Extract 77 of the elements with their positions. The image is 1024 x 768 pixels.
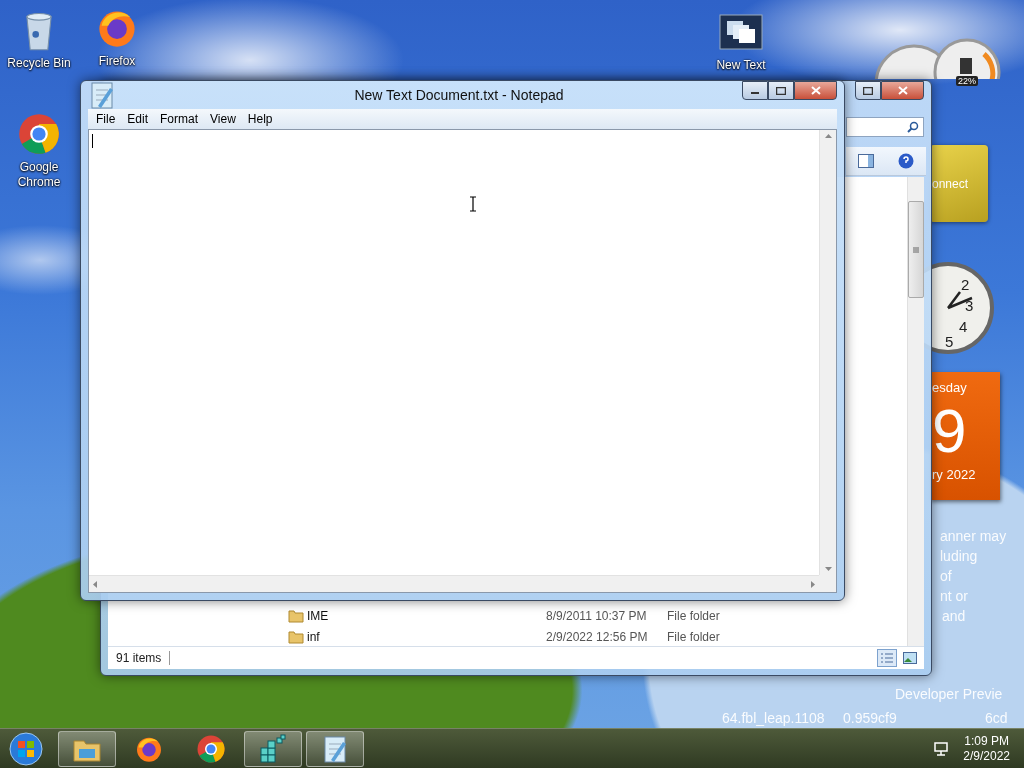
- build-watermark-text: Developer Previe: [895, 686, 1003, 702]
- start-button[interactable]: [6, 730, 46, 767]
- help-icon[interactable]: [898, 153, 914, 169]
- maximize-button[interactable]: [855, 81, 881, 100]
- file-name[interactable]: inf: [304, 629, 543, 644]
- file-type: File folder: [666, 608, 721, 623]
- desktop-icon-label[interactable]: Recycle Bin: [7, 56, 71, 71]
- maximize-icon: [863, 86, 873, 95]
- clock-numeral: 5: [945, 333, 954, 350]
- taskbar-button[interactable]: [244, 730, 302, 767]
- vertical-scrollbar[interactable]: [819, 130, 836, 575]
- notepad-icon: [321, 733, 349, 764]
- meter-reading: 22%: [956, 76, 978, 86]
- file-date: 2/9/2022 12:56 PM: [545, 629, 649, 644]
- clock-date: 2/9/2022: [963, 748, 1010, 764]
- calendar-month: ry 2022: [932, 467, 976, 482]
- minimize-button[interactable]: [742, 81, 768, 100]
- tiles-view-button[interactable]: [900, 649, 920, 667]
- build-watermark-text: 64.fbl_leap.1108: [722, 710, 825, 726]
- feed-gadget-text: onnect: [931, 176, 969, 191]
- folder-icon: [288, 608, 304, 623]
- vertical-scrollbar[interactable]: [907, 177, 924, 647]
- picture-icon: [903, 652, 917, 664]
- desktop-icon-label[interactable]: Google Chrome: [14, 160, 64, 190]
- maximize-button[interactable]: [768, 81, 794, 100]
- taskbar-button[interactable]: [306, 730, 364, 767]
- chrome-icon: [17, 112, 61, 156]
- build-watermark-text: 0.959cf9: [843, 710, 897, 726]
- menu-item[interactable]: Help: [241, 110, 279, 128]
- file-date: 8/9/2011 10:37 PM: [545, 608, 648, 623]
- desktop-icon-label[interactable]: New Text: [716, 58, 766, 73]
- item-count: 91 items: [116, 651, 171, 665]
- cubes-icon: [258, 733, 288, 764]
- clock-time: 1:09 PM: [964, 733, 1009, 749]
- file-name[interactable]: IME: [304, 608, 543, 623]
- close-icon: [897, 86, 908, 95]
- scroll-left-icon: [93, 580, 97, 588]
- grip-icon: [913, 246, 919, 253]
- wallpaper-text: luding: [940, 548, 978, 564]
- text-caret: [92, 134, 93, 148]
- wallpaper-text: and: [942, 608, 966, 624]
- clock-numeral: 2: [961, 276, 970, 293]
- i-beam-cursor-icon: [469, 196, 477, 212]
- wallpaper-text: anner may: [940, 528, 1007, 544]
- clock-numeral: 4: [959, 318, 968, 335]
- close-icon: [810, 86, 821, 95]
- network-icon[interactable]: [933, 740, 950, 757]
- menu-item[interactable]: Edit: [121, 110, 155, 128]
- desktop-icon-label[interactable]: Firefox: [98, 54, 136, 69]
- calendar-day: esday: [932, 380, 967, 395]
- menu-item[interactable]: File: [90, 110, 122, 128]
- search-icon: [907, 121, 919, 133]
- wallpaper-text: nt or: [940, 588, 968, 604]
- file-type: File folder: [666, 629, 721, 644]
- close-button[interactable]: [881, 81, 924, 100]
- search-field[interactable]: [846, 117, 924, 137]
- windows-orb-icon: [8, 730, 44, 767]
- scroll-down-icon: [824, 567, 832, 571]
- preview-pane-icon[interactable]: [858, 154, 874, 168]
- chrome-icon: [196, 733, 226, 764]
- clock[interactable]: 1:09 PM 2/9/2022: [963, 733, 1018, 764]
- maximize-icon: [776, 86, 786, 95]
- menu-item[interactable]: Format: [154, 110, 205, 128]
- taskbar-button[interactable]: [58, 730, 116, 767]
- build-watermark-text: 6cd: [985, 710, 1008, 726]
- wallpaper-text: of: [940, 568, 952, 584]
- close-button[interactable]: [794, 81, 837, 100]
- window-title: New Text Document.txt - Notepad: [353, 87, 565, 103]
- menu-item[interactable]: View: [204, 110, 242, 128]
- horizontal-scrollbar[interactable]: [89, 575, 819, 592]
- clock-numeral: 3: [965, 297, 974, 314]
- folder-icon: [288, 629, 304, 644]
- calendar-date: 9: [932, 395, 967, 467]
- scroll-right-icon: [811, 580, 815, 588]
- list-icon: [880, 652, 894, 664]
- scroll-up-icon: [824, 134, 832, 138]
- notepad-icon: [88, 80, 116, 110]
